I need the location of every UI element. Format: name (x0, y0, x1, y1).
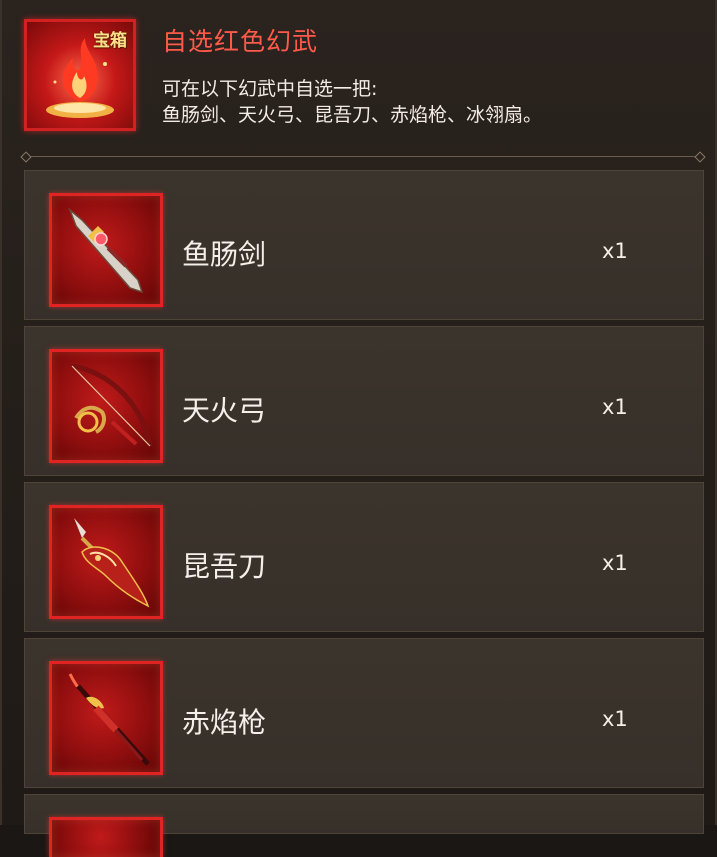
item-name: 鱼肠剑 (182, 238, 267, 271)
reward-row[interactable]: 鱼肠剑 x1 (24, 170, 704, 320)
spear-icon (49, 661, 163, 775)
description-line-1: 可在以下幻武中自选一把: (162, 78, 378, 100)
reward-row[interactable]: 昆吾刀 x1 (24, 482, 704, 632)
item-icon (49, 817, 163, 857)
item-quantity: x1 (602, 395, 628, 419)
blade-icon (49, 505, 163, 619)
item-name: 天火弓 (182, 394, 267, 427)
treasure-chest-icon: 宝箱 (24, 19, 136, 131)
reward-list[interactable]: 鱼肠剑 x1 天火弓 x1 昆吾刀 x1 赤焰枪 x1 (24, 170, 704, 857)
description-line-2: 鱼肠剑、天火弓、昆吾刀、赤焰枪、冰翎扇。 (162, 104, 543, 126)
item-title: 自选红色幻武 (162, 27, 319, 56)
reward-row[interactable]: 赤焰枪 x1 (24, 638, 704, 788)
sword-icon (49, 193, 163, 307)
item-quantity: x1 (602, 707, 628, 731)
item-name: 昆吾刀 (182, 550, 267, 583)
chest-header: 宝箱 自选红色幻武 可在以下幻武中自选一把: 鱼肠剑、天火弓、昆吾刀、赤焰枪、冰… (2, 0, 717, 160)
item-quantity: x1 (602, 551, 628, 575)
bow-icon (49, 349, 163, 463)
chest-badge: 宝箱 (93, 31, 127, 51)
reward-row[interactable]: 天火弓 x1 (24, 326, 704, 476)
reward-panel: 宝箱 自选红色幻武 可在以下幻武中自选一把: 鱼肠剑、天火弓、昆吾刀、赤焰枪、冰… (0, 0, 717, 857)
item-description: 可在以下幻武中自选一把: 鱼肠剑、天火弓、昆吾刀、赤焰枪、冰翎扇。 (162, 76, 542, 128)
header-divider (26, 156, 700, 157)
item-quantity: x1 (602, 239, 628, 263)
reward-row[interactable] (24, 794, 704, 857)
item-name: 赤焰枪 (182, 706, 267, 739)
